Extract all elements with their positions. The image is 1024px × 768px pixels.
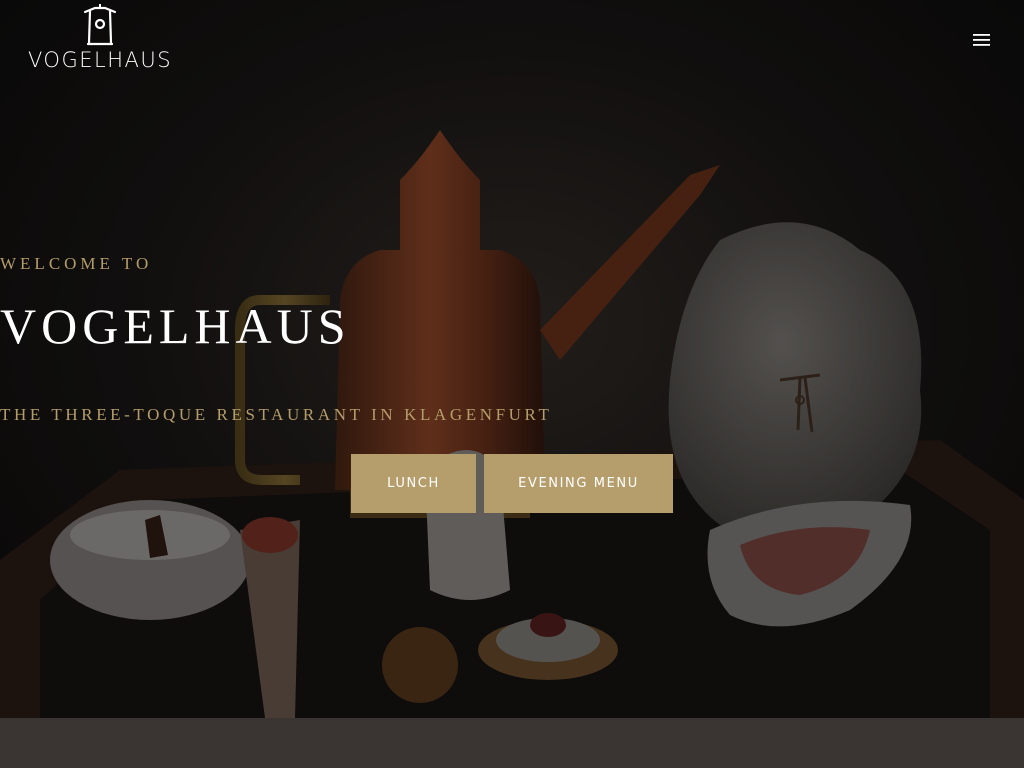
menu-button[interactable] xyxy=(968,28,996,52)
hero-title: VOGELHAUS xyxy=(0,298,351,354)
hero-section: VOGELHAUS WELCOME TO VOGELHAUS THE THREE… xyxy=(0,0,1024,718)
lunch-button[interactable]: LUNCH xyxy=(351,454,476,513)
logo-wordmark: VOGELHAUS xyxy=(27,48,173,72)
hamburger-menu-icon xyxy=(973,34,990,46)
content-section-top xyxy=(0,718,1024,768)
hero-kicker: WELCOME TO xyxy=(0,254,153,273)
evening-menu-button[interactable]: EVENING MENU xyxy=(484,454,673,513)
birdhouse-logo-icon xyxy=(83,4,117,46)
site-logo[interactable]: VOGELHAUS xyxy=(24,4,176,74)
hero-background-image xyxy=(0,0,1024,718)
hero-subtitle: THE THREE-TOQUE RESTAURANT IN KLAGENFURT xyxy=(0,405,553,424)
